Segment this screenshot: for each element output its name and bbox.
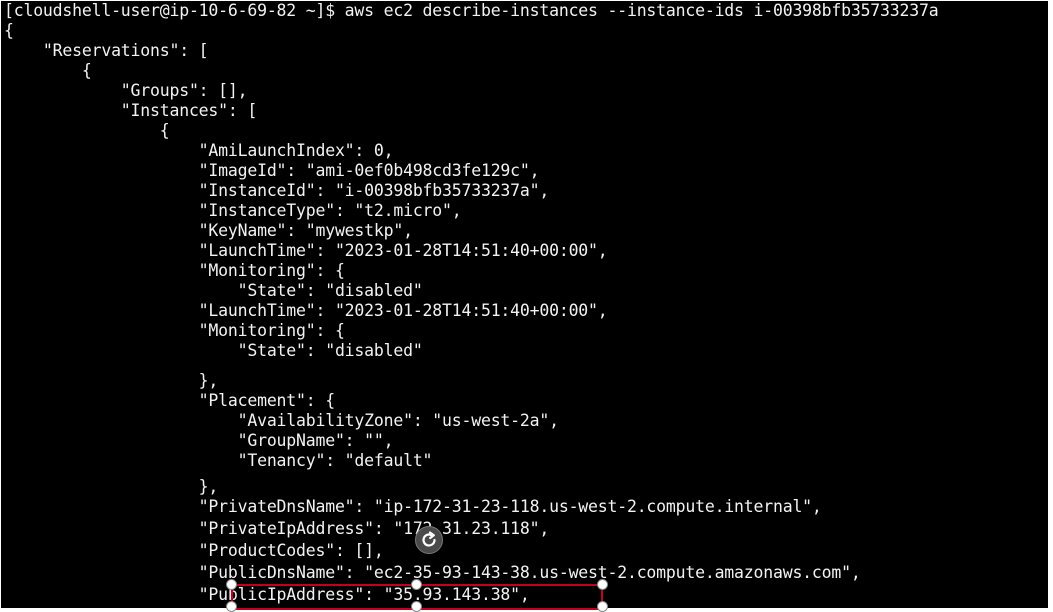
terminal-output-line: { bbox=[4, 21, 14, 40]
terminal-output-line: "Reservations": [ bbox=[4, 41, 209, 60]
terminal-output-line: "State": "disabled" bbox=[4, 341, 423, 360]
terminal-output-line: "InstanceType": "t2.micro", bbox=[4, 201, 462, 220]
resize-handle-top-left[interactable] bbox=[226, 579, 237, 590]
terminal-output-line: "Monitoring": { bbox=[4, 261, 345, 280]
terminal-window[interactable]: [cloudshell-user@ip-10-6-69-82 ~]$ aws e… bbox=[1, 1, 1048, 608]
terminal-output-line: "Tenancy": "default" bbox=[4, 451, 433, 470]
terminal-output-line: "InstanceId": "i-00398bfb35733237a", bbox=[4, 181, 550, 200]
terminal-output-line: "PublicDnsName": "ec2-35-93-143-38.us-we… bbox=[4, 563, 861, 582]
resize-handle-top-right[interactable] bbox=[597, 579, 608, 590]
terminal-output-line: "ImageId": "ami-0ef0b498cd3fe129c", bbox=[4, 161, 540, 180]
terminal-output-line: "Groups": [], bbox=[4, 81, 248, 100]
resize-handle-top-center[interactable] bbox=[411, 579, 422, 590]
terminal-output-line: "LaunchTime": "2023-01-28T14:51:40+00:00… bbox=[4, 301, 608, 320]
terminal-output-line: "KeyName": "mywestkp", bbox=[4, 221, 413, 240]
terminal-output-line: "PrivateDnsName": "ip-172-31-23-118.us-w… bbox=[4, 497, 822, 516]
terminal-prompt-line: [cloudshell-user@ip-10-6-69-82 ~]$ aws e… bbox=[4, 1, 939, 20]
terminal-output-line: { bbox=[4, 61, 92, 80]
resize-handle-right[interactable] bbox=[597, 601, 608, 612]
rotate-arrow-icon bbox=[422, 531, 436, 547]
rotate-handle-icon[interactable] bbox=[415, 526, 443, 554]
terminal-output-line: "LaunchTime": "2023-01-28T14:51:40+00:00… bbox=[4, 241, 608, 260]
terminal-output-line: "Instances": [ bbox=[4, 101, 258, 120]
terminal-output-line: "ProductCodes": [], bbox=[4, 541, 384, 560]
terminal-output-line: "Monitoring": { bbox=[4, 321, 345, 340]
terminal-output-line: "GroupName": "", bbox=[4, 431, 394, 450]
terminal-output-line: "PrivateIpAddress": "172.31.23.118", bbox=[4, 519, 550, 538]
terminal-output-line: "AmiLaunchIndex": 0, bbox=[4, 141, 394, 160]
terminal-output-line: "State": "disabled" bbox=[4, 281, 423, 300]
terminal-output-line: }, bbox=[4, 371, 219, 390]
resize-handle-bottom-center[interactable] bbox=[411, 601, 422, 612]
terminal-output-line: "Placement": { bbox=[4, 391, 335, 410]
terminal-output-line: }, bbox=[4, 477, 219, 496]
terminal-output-line: "AvailabilityZone": "us-west-2a", bbox=[4, 411, 559, 430]
resize-handle-left[interactable] bbox=[226, 601, 237, 612]
terminal-output-line: { bbox=[4, 121, 170, 140]
